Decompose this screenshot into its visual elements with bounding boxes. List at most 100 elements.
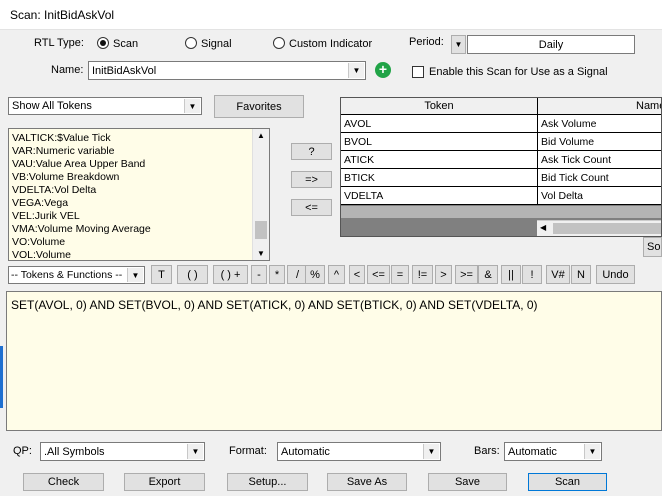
radio-custom-indicator-label[interactable]: Custom Indicator [289, 38, 372, 50]
op-button-gt[interactable]: > [435, 265, 452, 284]
chevron-down-icon[interactable]: ▼ [127, 268, 143, 282]
table-cell-name[interactable]: Ask Tick Count [538, 151, 661, 169]
op-button-lt[interactable]: < [349, 265, 365, 284]
op-button-multiply[interactable]: * [269, 265, 285, 284]
token-grid[interactable]: Token Name AVOL Ask Volume BVOL Bid Volu… [340, 97, 662, 237]
op-button-neq[interactable]: != [412, 265, 433, 284]
period-value: Daily [538, 38, 564, 51]
list-item[interactable]: VEL:Jurik VEL [9, 210, 253, 223]
radio-scan[interactable] [97, 37, 109, 49]
op-button-eq[interactable]: = [391, 265, 409, 284]
chevron-down-icon[interactable]: ▼ [187, 444, 203, 459]
op-button-t[interactable]: T [151, 265, 172, 284]
list-item[interactable]: VMA:Volume Moving Average [9, 223, 253, 236]
table-cell-token[interactable]: VDELTA [341, 187, 538, 205]
list-item[interactable]: VAU:Value Area Upper Band [9, 158, 253, 171]
grid-empty-area [341, 206, 661, 218]
formula-editor[interactable]: SET(AVOL, 0) AND SET(BVOL, 0) AND SET(AT… [6, 291, 662, 431]
table-cell-token[interactable]: AVOL [341, 115, 538, 133]
op-button-parens-plus[interactable]: ( ) + [213, 265, 248, 284]
undo-button[interactable]: Undo [596, 265, 635, 284]
scroll-down-icon[interactable]: ▼ [253, 249, 269, 258]
name-label: Name: [51, 64, 84, 76]
token-filter-value: Show All Tokens [12, 100, 92, 112]
period-label: Period: [409, 36, 444, 48]
column-header-name[interactable]: Name [538, 98, 661, 115]
radio-signal-label[interactable]: Signal [201, 38, 232, 50]
token-list[interactable]: VALTICK:$Value Tick VAR:Numeric variable… [8, 128, 270, 261]
list-item[interactable]: VDELTA:Vol Delta [9, 184, 253, 197]
scroll-thumb[interactable] [553, 223, 661, 234]
op-button-n[interactable]: N [571, 265, 591, 284]
op-button-lte[interactable]: <= [367, 265, 390, 284]
list-item[interactable]: VAR:Numeric variable [9, 145, 253, 158]
table-cell-name[interactable]: Ask Volume [538, 115, 661, 133]
name-combobox[interactable]: InitBidAskVol ▼ [88, 61, 366, 80]
list-item[interactable]: VALTICK:$Value Tick [9, 132, 253, 145]
list-item[interactable]: VB:Volume Breakdown [9, 171, 253, 184]
op-button-or[interactable]: || [501, 265, 521, 284]
scroll-up-icon[interactable]: ▲ [253, 131, 269, 140]
scan-button[interactable]: Scan [528, 473, 607, 491]
check-button[interactable]: Check [23, 473, 104, 491]
category-value: -- Tokens & Functions -- [11, 269, 123, 281]
export-button[interactable]: Export [124, 473, 205, 491]
sort-button[interactable]: Sor [643, 237, 662, 257]
format-dropdown[interactable]: Automatic ▼ [277, 442, 441, 461]
op-button-vnum[interactable]: V# [546, 265, 570, 284]
list-item[interactable]: VOL:Volume [9, 249, 253, 260]
enable-signal-checkbox[interactable] [412, 66, 424, 78]
help-button[interactable]: ? [291, 143, 332, 160]
radio-signal[interactable] [185, 37, 197, 49]
save-button[interactable]: Save [428, 473, 507, 491]
chevron-down-icon: ▼ [454, 40, 463, 49]
chevron-down-icon[interactable]: ▼ [348, 63, 364, 78]
window-title: Scan: InitBidAskVol [10, 8, 115, 22]
format-label: Format: [229, 445, 267, 457]
radio-scan-label[interactable]: Scan [113, 38, 138, 50]
token-list-scrollbar[interactable]: ▲ ▼ [252, 129, 269, 260]
op-button-not[interactable]: ! [522, 265, 542, 284]
add-name-icon[interactable]: + [375, 62, 391, 78]
period-field[interactable]: Daily [467, 35, 635, 54]
category-dropdown[interactable]: -- Tokens & Functions -- ▼ [8, 266, 145, 284]
op-button-power[interactable]: ^ [328, 265, 345, 284]
setup-button[interactable]: Setup... [227, 473, 308, 491]
table-cell-name[interactable]: Vol Delta [538, 187, 661, 205]
qp-label: QP: [13, 445, 32, 457]
table-cell-token[interactable]: BVOL [341, 133, 538, 151]
remove-token-button[interactable]: <= [291, 199, 332, 216]
format-value: Automatic [281, 446, 330, 458]
grid-horizontal-scrollbar[interactable]: ◀ [537, 220, 661, 236]
token-filter-dropdown[interactable]: Show All Tokens ▼ [8, 97, 202, 115]
bars-dropdown[interactable]: Automatic ▼ [504, 442, 602, 461]
period-dropdown-button[interactable]: ▼ [451, 35, 466, 54]
enable-signal-label[interactable]: Enable this Scan for Use as a Signal [429, 66, 608, 78]
chevron-down-icon[interactable]: ▼ [584, 444, 600, 459]
column-header-token[interactable]: Token [341, 98, 538, 115]
op-button-modulo[interactable]: % [305, 265, 325, 284]
qp-value: .All Symbols [44, 446, 105, 458]
formula-text[interactable]: SET(AVOL, 0) AND SET(BVOL, 0) AND SET(AT… [11, 298, 538, 312]
scroll-thumb[interactable] [255, 221, 267, 239]
table-cell-name[interactable]: Bid Volume [538, 133, 661, 151]
op-button-and[interactable]: & [478, 265, 498, 284]
chevron-down-icon[interactable]: ▼ [423, 444, 439, 459]
table-cell-token[interactable]: ATICK [341, 151, 538, 169]
save-as-button[interactable]: Save As [327, 473, 407, 491]
title-bar: Scan: InitBidAskVol [0, 0, 662, 30]
op-button-minus[interactable]: - [251, 265, 267, 284]
scroll-left-icon[interactable]: ◀ [540, 223, 546, 232]
list-item[interactable]: VEGA:Vega [9, 197, 253, 210]
op-button-parens[interactable]: ( ) [177, 265, 208, 284]
chevron-down-icon[interactable]: ▼ [184, 99, 200, 113]
favorites-button[interactable]: Favorites [214, 95, 304, 118]
list-item[interactable]: VO:Volume [9, 236, 253, 249]
add-token-button[interactable]: => [291, 171, 332, 188]
table-cell-name[interactable]: Bid Tick Count [538, 169, 661, 187]
table-cell-token[interactable]: BTICK [341, 169, 538, 187]
op-button-gte[interactable]: >= [455, 265, 478, 284]
radio-custom-indicator[interactable] [273, 37, 285, 49]
bars-value: Automatic [508, 446, 557, 458]
qp-dropdown[interactable]: .All Symbols ▼ [40, 442, 205, 461]
